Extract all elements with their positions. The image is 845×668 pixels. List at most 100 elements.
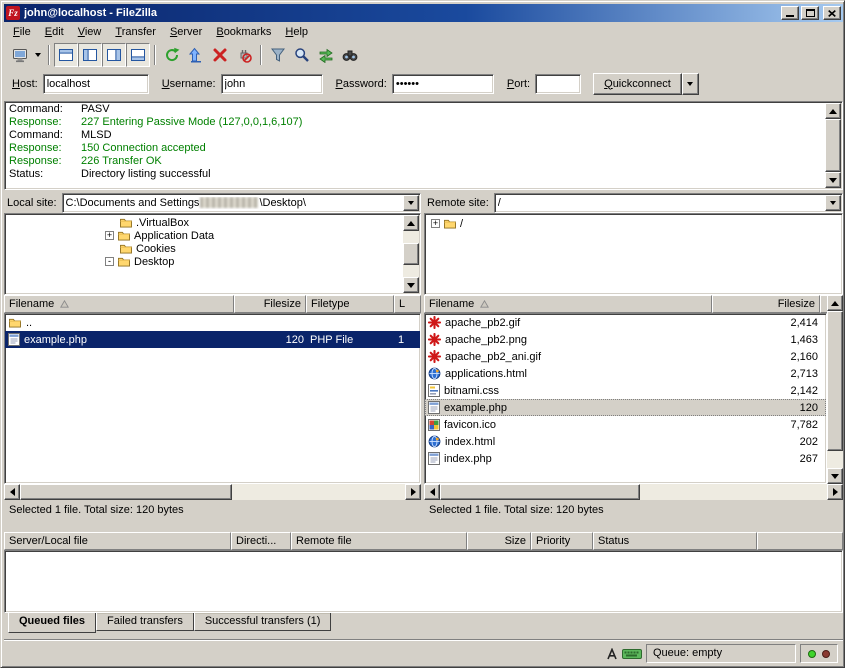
toggle-local-tree-button[interactable] — [78, 43, 102, 67]
folder-icon — [119, 217, 133, 228]
scroll-right-button[interactable] — [405, 484, 421, 500]
column-header-filesize[interactable]: Filesize — [234, 295, 306, 313]
scroll-down-button[interactable] — [825, 172, 841, 188]
process-queue-button[interactable] — [184, 43, 208, 67]
file-row[interactable]: favicon.ico 7,782 — [425, 416, 826, 433]
file-row[interactable]: index.php 267 — [425, 450, 826, 467]
quickconnect-dropdown-button[interactable] — [682, 73, 699, 95]
menu-file[interactable]: File — [6, 24, 38, 40]
folder-icon — [117, 256, 131, 267]
local-site-dropdown-button[interactable] — [403, 195, 419, 211]
port-input[interactable] — [535, 74, 581, 94]
expand-icon[interactable]: + — [431, 219, 440, 228]
file-row-parent-dir[interactable]: .. — [5, 314, 420, 331]
file-row[interactable]: bitnami.css 2,142 — [425, 382, 826, 399]
filezilla-logo-icon[interactable]: Fz — [6, 6, 20, 20]
username-label: Username: — [162, 78, 216, 90]
port-label: Port: — [507, 78, 530, 90]
local-list-hscrollbar[interactable] — [4, 484, 421, 500]
scroll-left-button[interactable] — [4, 484, 20, 500]
scroll-down-button[interactable] — [403, 277, 419, 293]
quickconnect-button[interactable]: Quickconnect — [593, 73, 682, 95]
column-header-filename[interactable]: Filename — [4, 295, 234, 313]
filter-button[interactable] — [266, 43, 290, 67]
site-manager-icon — [12, 47, 28, 63]
toggle-message-log-button[interactable] — [54, 43, 78, 67]
collapse-icon[interactable]: - — [105, 257, 114, 266]
scroll-up-button[interactable] — [827, 295, 843, 311]
file-row-example-php[interactable]: example.php 120 — [425, 399, 826, 416]
refresh-button[interactable] — [160, 43, 184, 67]
host-input[interactable] — [43, 74, 149, 94]
tree-item-application-data[interactable]: + Application Data — [5, 229, 420, 242]
remote-list-vscrollbar[interactable] — [827, 295, 843, 484]
synchronized-browsing-button[interactable] — [314, 43, 338, 67]
remote-tree-pane-icon — [106, 47, 122, 63]
cancel-operation-button[interactable] — [208, 43, 232, 67]
password-input[interactable] — [392, 74, 494, 94]
scrollbar-thumb[interactable] — [403, 243, 419, 265]
column-header-status[interactable]: Status — [593, 532, 757, 550]
scroll-up-button[interactable] — [403, 215, 419, 231]
local-site-combobox[interactable]: C:\Documents and Settings\Desktop\ — [62, 193, 421, 213]
scrollbar-thumb[interactable] — [827, 311, 843, 451]
scrollbar-thumb[interactable] — [825, 119, 841, 172]
ascii-data-type-icon[interactable] — [606, 648, 618, 660]
menu-transfer[interactable]: Transfer — [108, 24, 163, 40]
scroll-right-button[interactable] — [827, 484, 843, 500]
column-header-server-local-file[interactable]: Server/Local file — [4, 532, 231, 550]
remote-site-combobox[interactable]: / — [494, 193, 843, 213]
file-row[interactable]: apache_pb2.png 1,463 — [425, 331, 826, 348]
magnifier-icon — [294, 47, 310, 63]
menu-help[interactable]: Help — [278, 24, 315, 40]
tree-item-virtualbox[interactable]: .VirtualBox — [5, 216, 420, 229]
tab-successful-transfers[interactable]: Successful transfers (1) — [194, 613, 332, 631]
column-header-lastmodified[interactable]: L — [394, 295, 421, 313]
menu-edit[interactable]: Edit — [38, 24, 71, 40]
site-manager-dropdown-button[interactable] — [32, 43, 44, 67]
close-button[interactable] — [823, 6, 841, 20]
tree-item-desktop[interactable]: - Desktop — [5, 255, 420, 268]
column-header-priority[interactable]: Priority — [531, 532, 593, 550]
toggle-remote-tree-button[interactable] — [102, 43, 126, 67]
username-input[interactable] — [221, 74, 323, 94]
directory-comparison-button[interactable] — [290, 43, 314, 67]
tab-failed-transfers[interactable]: Failed transfers — [96, 613, 194, 631]
remote-site-dropdown-button[interactable] — [825, 195, 841, 211]
menu-view[interactable]: View — [71, 24, 109, 40]
log-line: Response:227 Entering Passive Mode (127,… — [7, 116, 840, 129]
column-header-size[interactable]: Size — [467, 532, 531, 550]
expand-icon[interactable]: + — [105, 231, 114, 240]
file-row[interactable]: apache_pb2.gif 2,414 — [425, 314, 826, 331]
scroll-left-button[interactable] — [424, 484, 440, 500]
disconnect-button[interactable] — [232, 43, 256, 67]
menu-server[interactable]: Server — [163, 24, 209, 40]
scrollbar-thumb[interactable] — [20, 484, 232, 500]
scrollbar-thumb[interactable] — [440, 484, 640, 500]
find-files-button[interactable] — [338, 43, 362, 67]
site-manager-button[interactable] — [8, 43, 32, 67]
file-row[interactable]: index.html 202 — [425, 433, 826, 450]
minimize-button[interactable] — [781, 6, 799, 20]
column-header-filesize[interactable]: Filesize — [712, 295, 820, 313]
keyboard-indicator-icon[interactable] — [622, 649, 642, 659]
file-row[interactable]: applications.html 2,713 — [425, 365, 826, 382]
file-row[interactable]: apache_pb2_ani.gif 2,160 — [425, 348, 826, 365]
menu-bookmarks[interactable]: Bookmarks — [209, 24, 278, 40]
maximize-button[interactable] — [801, 6, 819, 20]
tree-item-root[interactable]: + / — [425, 217, 842, 230]
toggle-queue-button[interactable] — [126, 43, 150, 67]
scroll-up-button[interactable] — [825, 103, 841, 119]
tree-item-cookies[interactable]: Cookies — [5, 242, 420, 255]
scroll-down-button[interactable] — [827, 468, 843, 484]
file-row-example-php[interactable]: example.php 120 PHP File 1 — [5, 331, 420, 348]
column-header-direction[interactable]: Directi... — [231, 532, 291, 550]
column-header-filetype[interactable]: Filetype — [306, 295, 394, 313]
queue-list[interactable] — [4, 550, 843, 613]
log-scrollbar[interactable] — [825, 103, 841, 188]
column-header-remote-file[interactable]: Remote file — [291, 532, 467, 550]
tab-queued-files[interactable]: Queued files — [8, 613, 96, 633]
remote-list-hscrollbar[interactable] — [424, 484, 843, 500]
local-tree-scrollbar[interactable] — [403, 215, 419, 293]
column-header-filename[interactable]: Filename — [424, 295, 712, 313]
